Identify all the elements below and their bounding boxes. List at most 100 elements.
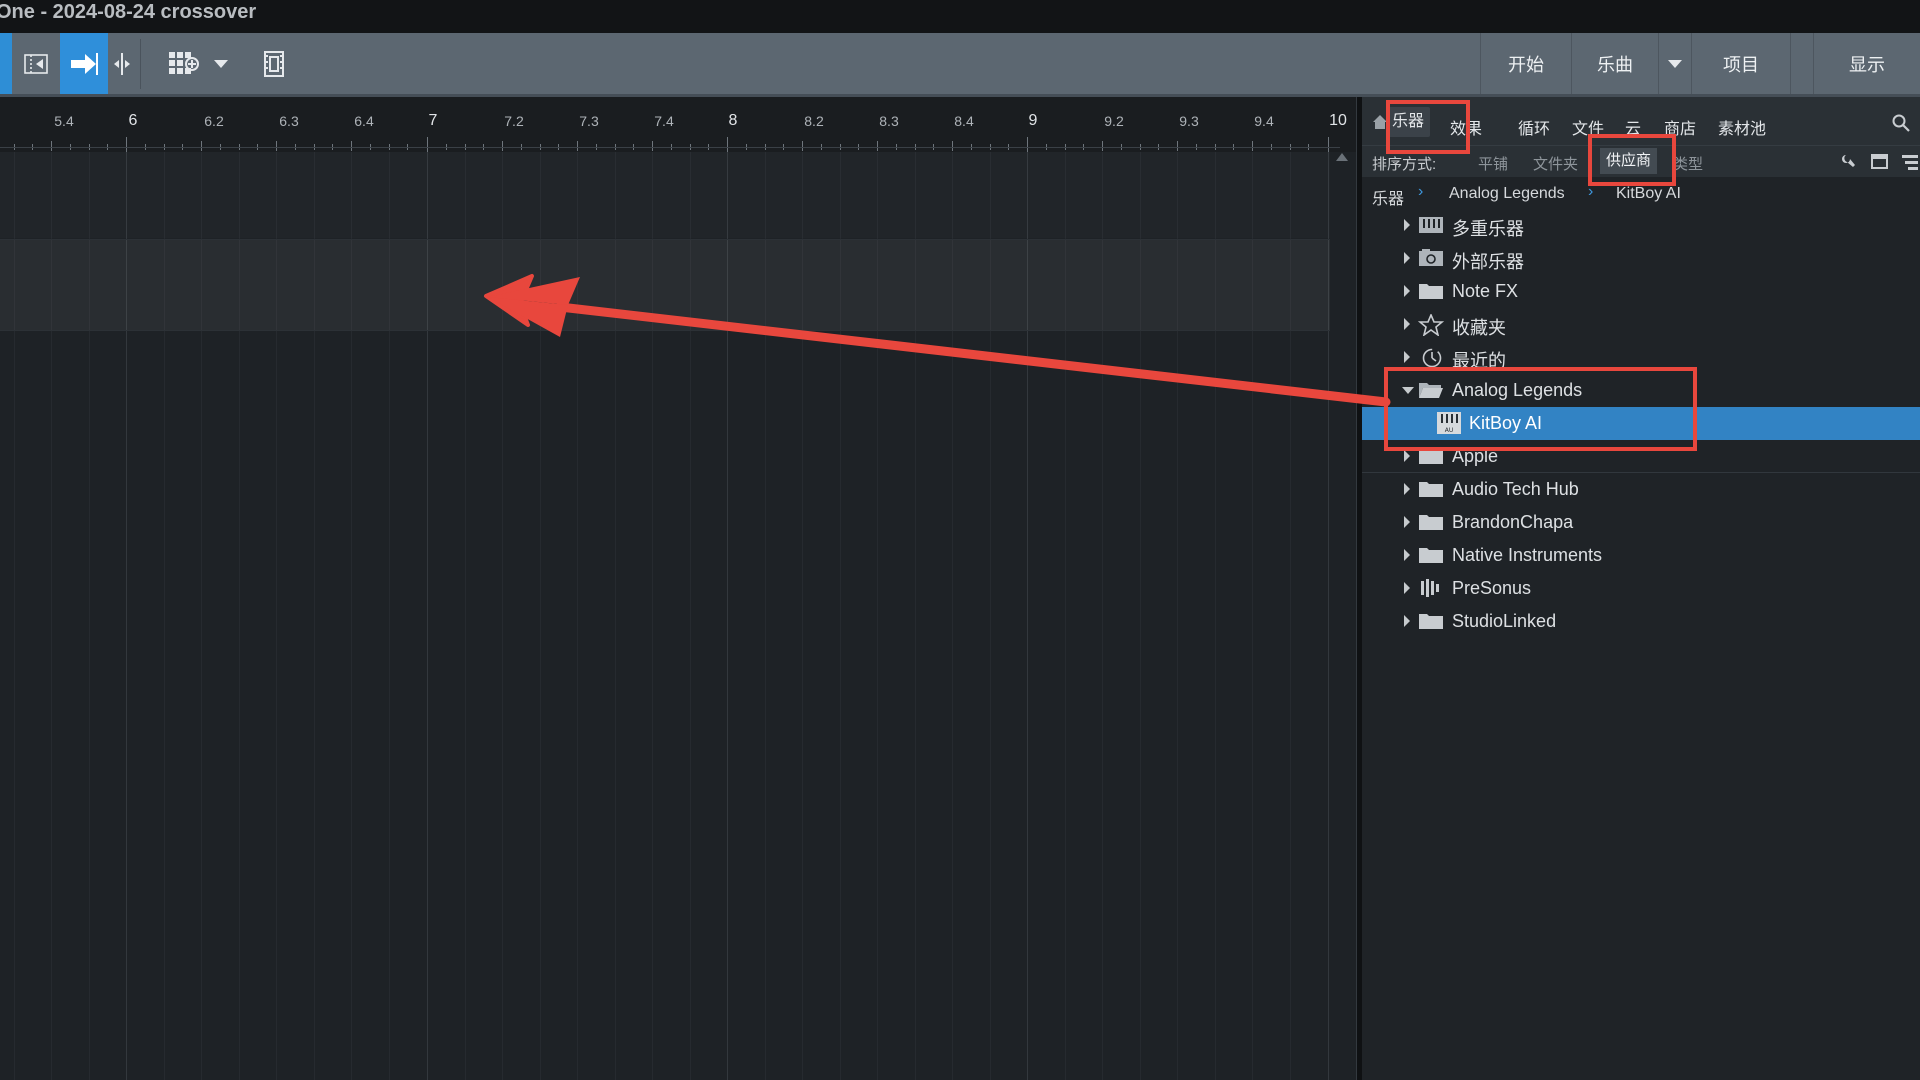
arrange-view[interactable]: 5.4 6 6.2 6.3 6.4 7 7.2 7.3 7.4 8 8.2 8.3 8.4 9 9.2 9.3… [0, 97, 1356, 1080]
ruler-label: 6.4 [354, 113, 374, 129]
browser-tabs: 乐器 效果 循环 文件 云 商店 素材池 [1362, 97, 1920, 145]
tab-loops[interactable]: 循环 [1518, 115, 1550, 139]
tree-item[interactable]: Native Instruments [1362, 539, 1920, 572]
tree-item-label: Analog Legends [1452, 380, 1583, 400]
ruler-label: 10 [1329, 112, 1347, 129]
collapsed-caret-icon[interactable] [1404, 318, 1410, 330]
ruler-tick [201, 141, 202, 151]
expanded-caret-icon[interactable] [1402, 387, 1414, 394]
tree-item-child[interactable]: AU KitBoy AI [1362, 407, 1920, 440]
multi-instrument-icon [1418, 215, 1444, 235]
tab-cloud[interactable]: 云 [1625, 115, 1641, 139]
collapsed-caret-icon[interactable] [1404, 219, 1410, 231]
sort-option-flat[interactable]: 平铺 [1478, 153, 1508, 174]
ruler-tick [727, 137, 728, 152]
timeline-ruler[interactable]: 5.4 6 6.2 6.3 6.4 7 7.2 7.3 7.4 8 8.2 8.3 8.4 9 9.2 9.3… [0, 97, 1356, 152]
toolbar-edge-button[interactable] [0, 33, 12, 94]
window-title: One - 2024-08-24 crossover [0, 1, 257, 23]
tree-item[interactable]: Audio Tech Hub [1362, 473, 1920, 506]
app-window: One - 2024-08-24 crossover 开始 乐曲 项目 显示 5… [0, 0, 1920, 1080]
tree-item-label: Note FX [1452, 281, 1519, 301]
ruler-label: 6.2 [204, 113, 224, 129]
folder-icon [1418, 512, 1444, 532]
tree-item[interactable]: PreSonus [1362, 572, 1920, 605]
collapsed-caret-icon[interactable] [1404, 450, 1410, 462]
collapsed-caret-icon[interactable] [1404, 285, 1410, 297]
clock-icon [1418, 347, 1444, 368]
tab-project[interactable]: 项目 [1691, 33, 1790, 94]
collapsed-caret-icon[interactable] [1404, 252, 1410, 264]
ruler-label: 9 [1028, 112, 1038, 129]
sort-option-vendor[interactable]: 供应商 [1600, 148, 1658, 174]
track-lane[interactable] [0, 239, 1330, 331]
presonus-icon [1418, 578, 1444, 598]
sort-label: 排序方式: [1372, 156, 1437, 173]
tree-item-label: 最近的 [1452, 351, 1506, 371]
tree-item[interactable]: Note FX [1362, 275, 1920, 308]
ruler-tick [802, 141, 803, 151]
ruler-tick [877, 141, 878, 151]
ruler-tick [1177, 141, 1178, 151]
ruler-label: 9.2 [1104, 113, 1124, 129]
breadcrumb: 乐器 › Analog Legends › KitBoy AI [1362, 177, 1920, 209]
tab-files[interactable]: 文件 [1572, 115, 1604, 139]
tab-effects[interactable]: 效果 [1450, 115, 1482, 139]
song-menu-chevron-icon[interactable] [1658, 33, 1691, 94]
tree-item[interactable]: 收藏夹 [1362, 308, 1920, 341]
split-icon[interactable] [14, 33, 58, 94]
collapsed-caret-icon[interactable] [1404, 615, 1410, 627]
ruler-label: 9.4 [1254, 113, 1274, 129]
arrow-right-icon[interactable] [60, 33, 108, 94]
sort-option-type[interactable]: 类型 [1673, 153, 1703, 174]
ruler-label: 8.2 [804, 113, 824, 129]
sort-bar: 排序方式: 平铺 文件夹 供应商 类型 [1362, 145, 1920, 178]
chevron-down-icon[interactable] [210, 33, 232, 94]
main-toolbar: 开始 乐曲 项目 显示 [0, 33, 1920, 97]
film-icon[interactable] [256, 33, 292, 94]
collapsed-caret-icon[interactable] [1404, 582, 1410, 594]
tree-item[interactable]: StudioLinked [1362, 605, 1920, 638]
breadcrumb-instruments[interactable]: 乐器 [1372, 185, 1404, 209]
tab-song[interactable]: 乐曲 [1571, 33, 1658, 94]
tree-item[interactable]: 外部乐器 [1362, 242, 1920, 275]
tree-item[interactable]: BrandonChapa [1362, 506, 1920, 539]
ruler-label: 6 [128, 112, 138, 129]
ruler-tick [577, 141, 578, 151]
breadcrumb-chevron-icon: › [1588, 183, 1594, 200]
toolbar-spacer [1790, 33, 1813, 94]
tree-item-label: 收藏夹 [1452, 318, 1506, 338]
tab-show[interactable]: 显示 [1813, 33, 1920, 94]
tree-item-label: BrandonChapa [1452, 512, 1574, 532]
tree-item-label: KitBoy AI [1469, 413, 1543, 433]
tree-item[interactable]: Analog Legends [1362, 374, 1920, 407]
collapsed-caret-icon[interactable] [1404, 549, 1410, 561]
grid-add-icon[interactable] [160, 33, 210, 94]
collapsed-caret-icon[interactable] [1404, 483, 1410, 495]
ruler-tick [502, 141, 503, 151]
tree-item[interactable]: 最近的 [1362, 341, 1920, 374]
breadcrumb-kitboy-ai[interactable]: KitBoy AI [1616, 185, 1681, 203]
breadcrumb-analog-legends[interactable]: Analog Legends [1449, 185, 1565, 203]
tab-start[interactable]: 开始 [1480, 33, 1571, 94]
collapsed-caret-icon[interactable] [1404, 516, 1410, 528]
ruler-tick [51, 141, 52, 151]
search-icon[interactable] [1892, 114, 1910, 137]
sort-option-folder[interactable]: 文件夹 [1533, 153, 1578, 174]
folder-icon [1418, 611, 1444, 631]
tree-item[interactable]: Apple [1362, 440, 1920, 473]
browser-panel: 乐器 效果 循环 文件 云 商店 素材池 排序方式: 平铺 文件夹 供应商 类型 [1362, 97, 1920, 1080]
track-lane-upper[interactable] [0, 152, 1330, 238]
tab-shop[interactable]: 商店 [1664, 115, 1696, 139]
folder-icon [1418, 446, 1444, 466]
collapsed-caret-icon[interactable] [1404, 351, 1410, 363]
tab-pool[interactable]: 素材池 [1718, 115, 1766, 139]
ruler-label: 5.4 [54, 113, 74, 129]
ruler-label: 8.3 [879, 113, 899, 129]
ruler-label: 7.4 [654, 113, 674, 129]
tree-item[interactable]: 多重乐器 [1362, 209, 1920, 242]
split-cursor-icon[interactable] [108, 33, 136, 94]
tree-item-label: Native Instruments [1452, 545, 1603, 565]
scroll-up-arrow-icon[interactable] [1336, 153, 1348, 161]
tab-instruments[interactable]: 乐器 [1386, 107, 1430, 137]
ruler-label: 8 [728, 112, 738, 129]
